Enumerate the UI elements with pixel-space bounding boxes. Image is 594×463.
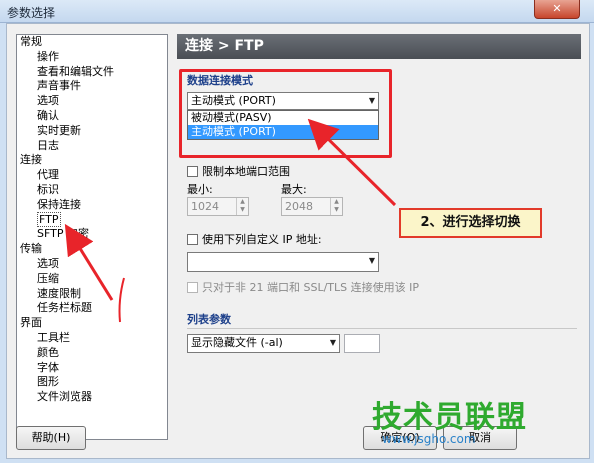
tree-item-label: 速度限制	[37, 286, 81, 300]
settings-tree[interactable]: 常规 操作 查看和编辑文件 声音事件 选项 确认 实时更新 日志 连接 代理 标识 保持连接 FTP SF…	[16, 34, 168, 440]
tree-item-label: 查看和编辑文件	[37, 64, 114, 78]
tree-item-label: 确认	[37, 108, 59, 122]
min-port-label: 最小:	[187, 183, 213, 196]
tree-item[interactable]: 颜色	[17, 346, 167, 361]
tree-item-label: 选项	[37, 256, 59, 270]
tree-item[interactable]: 代理	[17, 168, 167, 183]
tree-item-label: 压缩	[37, 271, 59, 285]
tree-item[interactable]: 工具栏	[17, 331, 167, 346]
spinner-arrows-icon[interactable]: ▲ ▼	[330, 198, 342, 215]
checkbox-box[interactable]	[187, 165, 198, 177]
tree-item-label: SFTP 加密	[37, 227, 89, 241]
tree-item[interactable]: FTP	[17, 211, 167, 228]
tree-item-label: 工具栏	[37, 330, 70, 344]
checkbox-box[interactable]	[187, 233, 198, 245]
only-non21-checkbox[interactable]: 只对于非 21 端口和 SSL/TLS 连接使用该 IP	[187, 279, 419, 295]
tree-item-label: FTP	[37, 211, 61, 227]
tree-item-label: 任务栏标题	[37, 301, 92, 315]
list-params-value: 显示隐藏文件 (-al)	[191, 336, 283, 349]
tree-item-label: 界面	[20, 316, 42, 330]
tree-category[interactable]: 连接	[17, 153, 167, 168]
tree-item[interactable]: 图形	[17, 375, 167, 390]
max-port-spinner[interactable]: 2048 ▲ ▼	[281, 197, 343, 216]
tree-item-label: 颜色	[37, 345, 59, 359]
tree-category[interactable]: 常规	[17, 35, 167, 50]
custom-ip-label: 使用下列自定义 IP 地址:	[202, 233, 322, 246]
list-params-select[interactable]: 显示隐藏文件 (-al) ▼	[187, 334, 340, 353]
tree-item-label: 代理	[37, 168, 59, 182]
tree-item-label: 常规	[20, 35, 42, 48]
watermark-url: www.jsgho.com	[382, 432, 476, 446]
tree-item-label: 选项	[37, 94, 59, 108]
list-params-title: 列表参数	[187, 313, 231, 326]
help-button[interactable]: 帮助(H)	[16, 426, 86, 450]
watermark-logo: 技术员联盟	[372, 400, 527, 435]
min-port-value: 1024	[191, 200, 219, 213]
tree-item[interactable]: 实时更新	[17, 124, 167, 139]
tree-item[interactable]: 字体	[17, 361, 167, 376]
window-title: 参数选择	[7, 6, 56, 20]
tree-item-label: 字体	[37, 360, 59, 374]
checkbox-box[interactable]	[187, 281, 198, 293]
chevron-down-icon: ▼	[368, 256, 375, 265]
annotation-callout: 2、进行选择切换	[399, 208, 542, 238]
annotation-highlight-box	[179, 69, 392, 158]
page-title: 连接 > FTP	[177, 34, 581, 59]
list-params-extra-input[interactable]	[344, 334, 380, 353]
tree-item-label: 声音事件	[37, 79, 81, 93]
tree-item-label: 标识	[37, 182, 59, 196]
max-port-value: 2048	[285, 200, 313, 213]
max-port-label: 最大:	[281, 183, 307, 196]
tree-item[interactable]: 选项	[17, 94, 167, 109]
tree-item-label: 日志	[37, 138, 59, 152]
custom-ip-checkbox[interactable]: 使用下列自定义 IP 地址:	[187, 231, 322, 247]
tree-item-label: 图形	[37, 375, 59, 389]
tree-item[interactable]: 声音事件	[17, 79, 167, 94]
title-bar: 参数选择 ✕	[0, 0, 594, 23]
tree-item[interactable]: 日志	[17, 139, 167, 154]
tree-item-label: 操作	[37, 49, 59, 63]
tree-item[interactable]: 速度限制	[17, 287, 167, 302]
tree-item-label: 文件浏览器	[37, 390, 92, 404]
tree-item[interactable]: 选项	[17, 257, 167, 272]
close-icon[interactable]: ✕	[534, 0, 580, 19]
limit-port-range-checkbox[interactable]: 限制本地端口范围	[187, 163, 290, 179]
tree-item[interactable]: 文件浏览器	[17, 390, 167, 405]
tree-item[interactable]: 标识	[17, 183, 167, 198]
tree-item[interactable]: 操作	[17, 50, 167, 65]
tree-item[interactable]: 查看和编辑文件	[17, 65, 167, 80]
tree-category[interactable]: 传输	[17, 242, 167, 257]
tree-item-label: 实时更新	[37, 123, 81, 137]
tree-item-label: 传输	[20, 242, 42, 256]
tree-item[interactable]: 确认	[17, 109, 167, 124]
tree-item[interactable]: 压缩	[17, 272, 167, 287]
spinner-arrows-icon[interactable]: ▲ ▼	[236, 198, 248, 215]
only-non21-label: 只对于非 21 端口和 SSL/TLS 连接使用该 IP	[202, 281, 419, 294]
tree-item[interactable]: SFTP 加密	[17, 227, 167, 242]
min-port-spinner[interactable]: 1024 ▲ ▼	[187, 197, 249, 216]
tree-category[interactable]: 界面	[17, 316, 167, 331]
tree-item-label: 连接	[20, 153, 42, 167]
tree-item[interactable]: 任务栏标题	[17, 301, 167, 316]
custom-ip-input[interactable]: ▼	[187, 252, 379, 272]
chevron-down-icon: ▼	[329, 338, 336, 347]
tree-item[interactable]: 保持连接	[17, 198, 167, 213]
divider	[187, 328, 577, 329]
limit-port-range-label: 限制本地端口范围	[202, 165, 290, 178]
tree-item-label: 保持连接	[37, 197, 81, 211]
